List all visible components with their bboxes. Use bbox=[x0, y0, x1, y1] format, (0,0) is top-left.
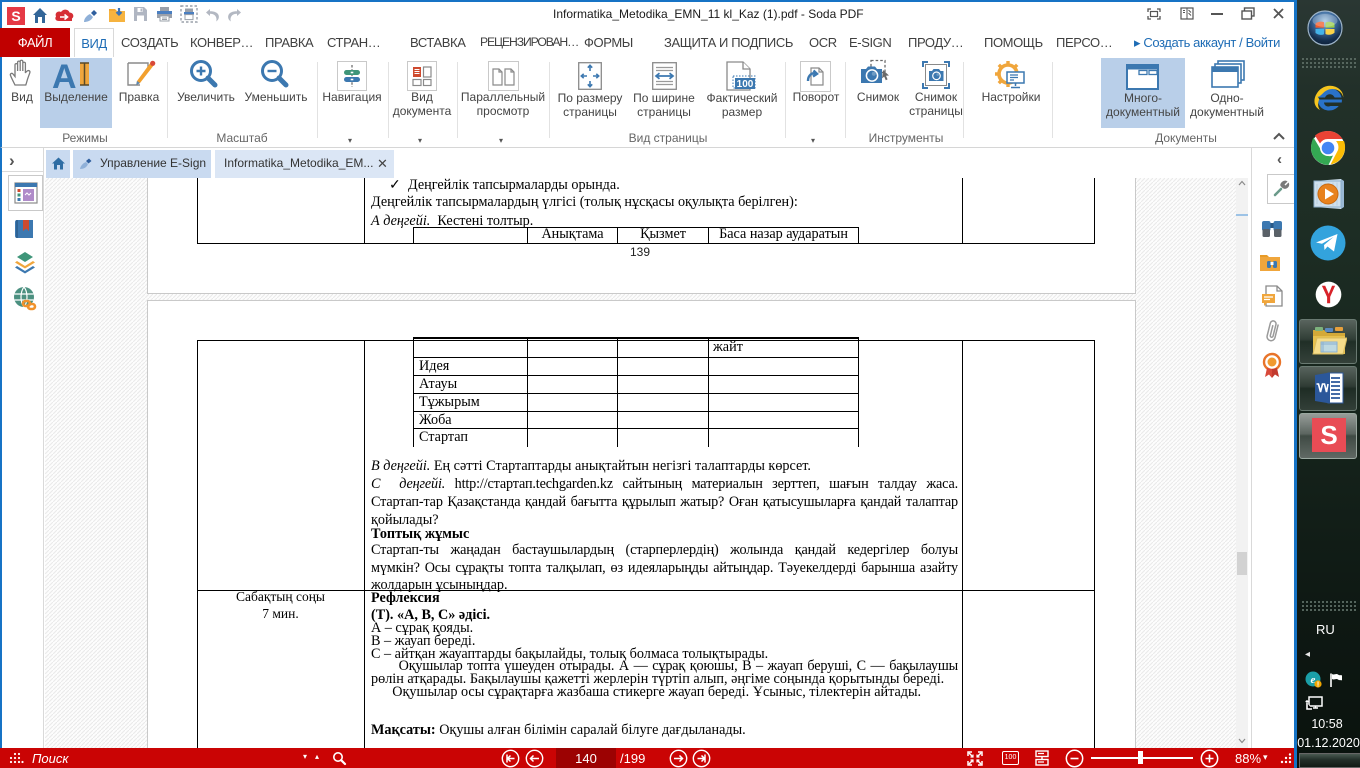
svg-text:!: ! bbox=[1317, 682, 1319, 688]
svg-text:100: 100 bbox=[737, 79, 754, 90]
